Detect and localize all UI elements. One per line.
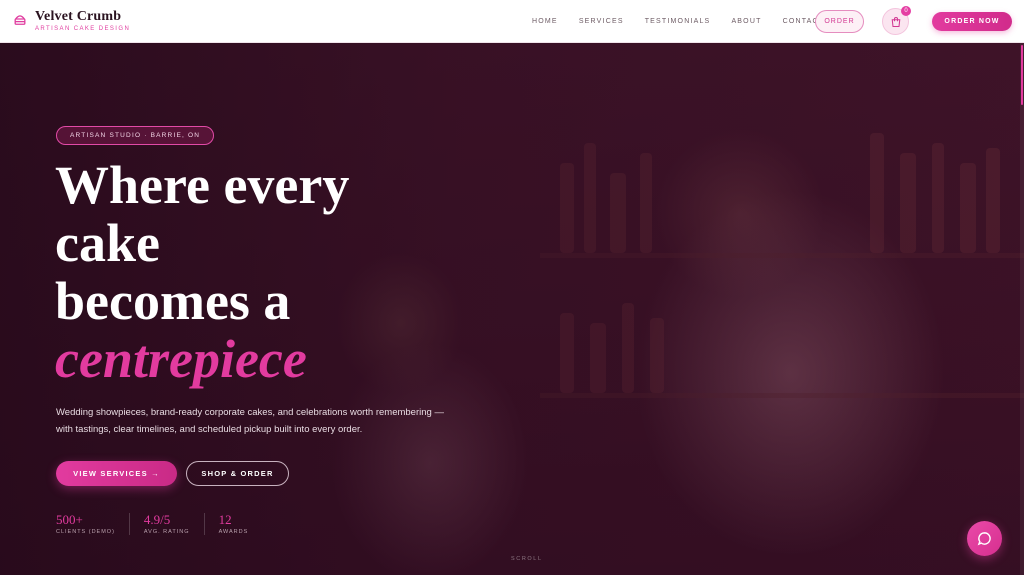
headline-line-3: becomes a [55,271,291,331]
page-scrollbar[interactable] [1020,43,1024,575]
brand-name: Velvet Crumb [35,9,122,24]
brand-tagline: ARTISAN CAKE DESIGN [35,26,131,32]
nav-item-services[interactable]: SERVICES [579,18,624,25]
stat-label: CLIENTS (DEMO) [56,529,115,535]
cake-icon [14,15,26,25]
nav-item-home[interactable]: HOME [532,18,558,25]
location-badge: ARTISAN STUDIO · BARRIE, ON [56,126,215,145]
main-nav: HOME SERVICES TESTIMONIALS ABOUT CONTACT [532,0,845,43]
stat-value: 500+ [56,512,83,527]
brand-logo[interactable]: Velvet Crumb ARTISAN CAKE DESIGN [13,9,130,33]
stat-label: AVG. RATING [143,529,190,535]
headline-line-2: cake [55,213,160,273]
site-header: Velvet Crumb ARTISAN CAKE DESIGN HOME SE… [0,0,1024,43]
headline-line-1: Where every [55,155,350,215]
nav-item-about[interactable]: ABOUT [731,18,761,25]
view-services-button[interactable]: VIEW SERVICES → [56,461,177,486]
chat-bubble-icon [977,532,991,546]
nav-item-testimonials[interactable]: TESTIMONIALS [645,18,711,25]
chat-button[interactable] [967,521,1002,556]
shop-order-button[interactable]: SHOP & ORDER [186,461,289,486]
scrollbar-thumb[interactable] [1021,45,1023,105]
headline-accent: centrepiece [55,329,307,389]
nav-order-button[interactable]: ORDER [815,10,864,33]
scroll-indicator[interactable]: SCROLL [511,556,543,562]
hero-stats: 500+ CLIENTS (DEMO) 4.9/5 AVG. RATING 12… [56,513,276,535]
shopping-bag-icon [891,16,900,27]
stat-label: AWARDS [218,529,249,535]
order-now-button[interactable]: ORDER NOW [932,12,1012,31]
hero-headline: Where every cake becomes a centrepiece [55,156,475,388]
stat-clients: 500+ CLIENTS (DEMO) [56,513,130,535]
stat-awards: 12 AWARDS [218,512,263,536]
stat-value: 4.9/5 [143,512,171,527]
stat-value: 12 [218,512,232,527]
hero-section: ARTISAN STUDIO · BARRIE, ON Where every … [0,43,1024,575]
cart-count-badge: 0 [901,6,911,16]
hero-subtitle: Wedding showpieces, brand-ready corporat… [56,407,444,435]
stat-rating: 4.9/5 AVG. RATING [144,513,205,535]
